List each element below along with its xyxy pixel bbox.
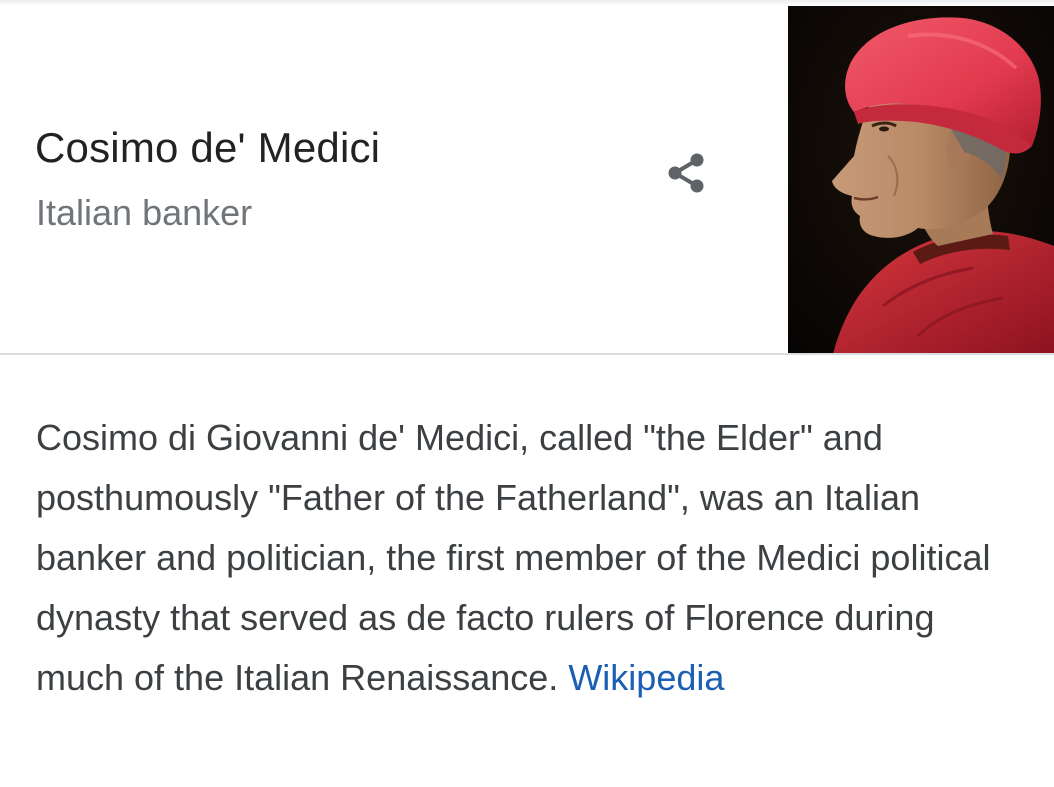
portrait-illustration — [788, 6, 1054, 354]
portrait-image[interactable] — [788, 6, 1054, 354]
wikipedia-link[interactable]: Wikipedia — [568, 657, 724, 698]
share-button[interactable] — [657, 144, 715, 202]
share-icon — [668, 153, 704, 193]
entity-title[interactable]: Cosimo de' Medici — [35, 124, 380, 172]
section-divider — [0, 353, 1054, 355]
entity-description: Cosimo di Giovanni de' Medici, called "t… — [36, 408, 1026, 708]
entity-subtitle: Italian banker — [36, 192, 253, 233]
knowledge-panel-card: Cosimo de' Medici Italian banker Cosimo … — [0, 0, 1054, 787]
description-text: Cosimo di Giovanni de' Medici, called "t… — [36, 417, 991, 698]
